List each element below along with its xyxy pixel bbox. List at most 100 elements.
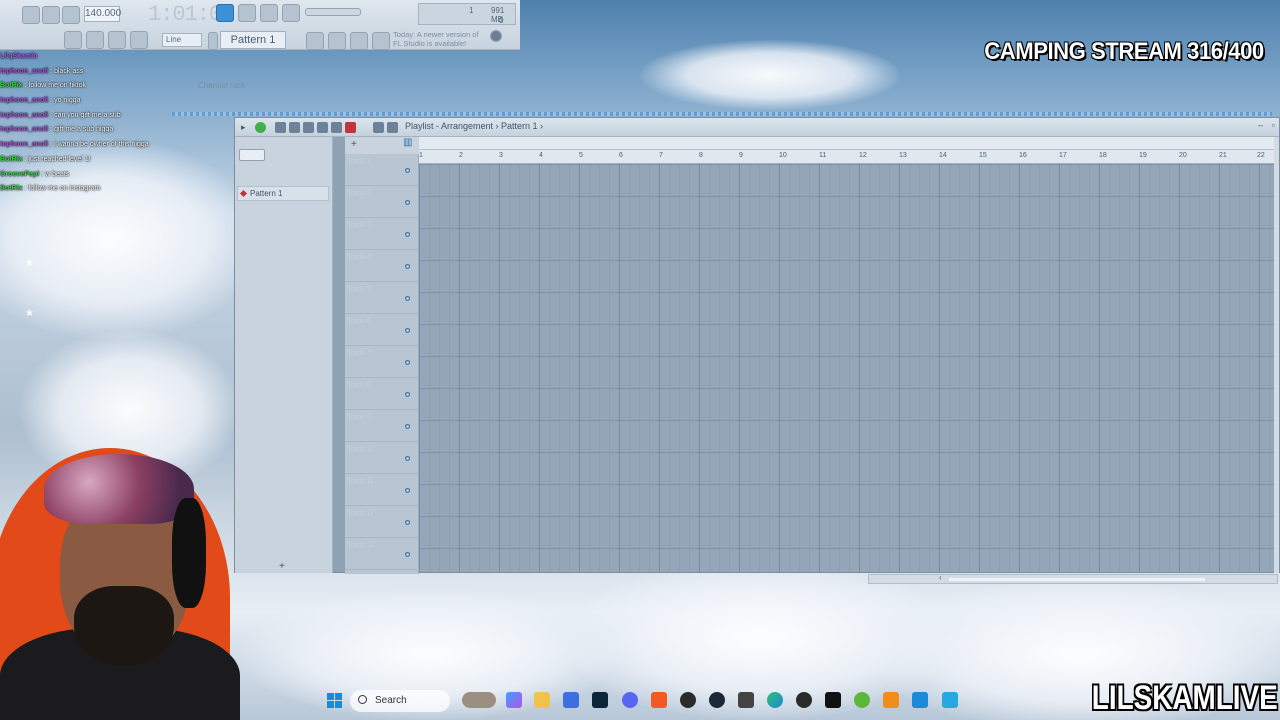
track-header[interactable]: Track 9 <box>345 410 419 442</box>
snap-selector[interactable]: Line <box>162 33 202 47</box>
track-name: Track 4 <box>347 254 371 261</box>
brush-icon[interactable] <box>289 122 300 133</box>
playback-icon[interactable] <box>387 122 398 133</box>
track-mute-icon[interactable] <box>405 296 410 301</box>
track-header[interactable]: Track 11 <box>345 474 419 506</box>
pattern-prev-button[interactable] <box>208 32 218 50</box>
track-header[interactable]: Track 3 <box>345 218 419 250</box>
pattern-item[interactable]: Pattern 1 <box>237 186 329 201</box>
folder-icon[interactable] <box>534 692 550 708</box>
piano-icon[interactable]: ▥ <box>403 137 412 148</box>
bar-number: 16 <box>1019 152 1027 159</box>
track-mute-icon[interactable] <box>405 264 410 269</box>
slip-icon[interactable] <box>331 122 342 133</box>
steam-icon[interactable] <box>709 692 725 708</box>
playlist-grid[interactable] <box>419 164 1274 572</box>
maximize-icon[interactable]: ▫ <box>1272 120 1275 130</box>
track-mute-icon[interactable] <box>405 392 410 397</box>
track-mute-icon[interactable] <box>405 328 410 333</box>
scroll-left-icon[interactable]: ‹ <box>939 573 942 582</box>
brave-icon[interactable] <box>651 692 667 708</box>
cat-icon[interactable] <box>462 692 496 708</box>
automation-button[interactable] <box>350 32 368 50</box>
track-header[interactable]: Track 4 <box>345 250 419 282</box>
news-info-icon[interactable] <box>490 30 502 42</box>
news-panel[interactable]: Today: A newer version of FL Studio is a… <box>393 30 489 48</box>
edge-icon[interactable] <box>767 692 783 708</box>
playlist-titlebar[interactable]: ▸ Playlist - Arrangement › Pattern 1 › –… <box>235 118 1279 137</box>
mixer-icon[interactable] <box>86 31 104 49</box>
playlist-menu-icon[interactable]: ▸ <box>241 122 252 133</box>
zoom-icon[interactable] <box>373 122 384 133</box>
track-header[interactable]: Track 7 <box>345 346 419 378</box>
photoshop-icon[interactable] <box>592 692 608 708</box>
chat-message: LilqSkamlo <box>0 50 300 65</box>
track-header[interactable]: Track 13 <box>345 538 419 570</box>
bar-number: 1 <box>419 152 423 159</box>
stop-button[interactable] <box>42 6 60 24</box>
discord-icon[interactable] <box>622 692 638 708</box>
magnet-icon[interactable] <box>255 122 266 133</box>
taskbar-search[interactable]: Search <box>350 690 450 712</box>
track-mute-icon[interactable] <box>405 360 410 365</box>
notepad-icon[interactable] <box>942 692 958 708</box>
minimize-icon[interactable]: – <box>1258 120 1263 130</box>
pencil-icon[interactable] <box>275 122 286 133</box>
track-mute-icon[interactable] <box>405 456 410 461</box>
step-edit-button[interactable] <box>306 32 324 50</box>
star-icon: ★ <box>25 308 34 319</box>
copilot-icon[interactable] <box>506 692 522 708</box>
track-mute-icon[interactable] <box>405 520 410 525</box>
tempo-display[interactable]: 140.000 <box>84 6 121 22</box>
metronome-button[interactable] <box>260 4 278 22</box>
pattern-selector[interactable]: Pattern 1 <box>220 31 286 49</box>
pattern-mode-button[interactable] <box>216 4 234 22</box>
pen-icon[interactable] <box>912 692 928 708</box>
select-icon[interactable] <box>345 122 356 133</box>
mute-tool-icon[interactable] <box>317 122 328 133</box>
wait-input-button[interactable] <box>282 4 300 22</box>
vertical-scrollbar[interactable] <box>1274 137 1279 573</box>
picker-toggle-icon[interactable] <box>239 149 265 161</box>
delete-icon[interactable] <box>303 122 314 133</box>
track-header[interactable]: Track 5 <box>345 282 419 314</box>
track-header[interactable]: Track 12 <box>345 506 419 538</box>
overview-scrollbar[interactable] <box>419 137 1279 150</box>
track-mute-icon[interactable] <box>405 168 410 173</box>
horizontal-scrollbar[interactable]: ‹ <box>868 573 1278 584</box>
track-mute-icon[interactable] <box>405 200 410 205</box>
fl-studio-icon[interactable] <box>883 692 899 708</box>
app-icon[interactable] <box>738 692 754 708</box>
track-mute-icon[interactable] <box>405 232 410 237</box>
song-mode-button[interactable] <box>238 4 256 22</box>
add-pattern-icon[interactable]: + <box>279 561 285 572</box>
plugin-icon[interactable] <box>130 31 148 49</box>
4k-icon[interactable] <box>796 692 812 708</box>
track-mute-icon[interactable] <box>405 424 410 429</box>
utorrent-icon[interactable] <box>854 692 870 708</box>
track-header[interactable]: Track 6 <box>345 314 419 346</box>
obs-icon[interactable] <box>680 692 696 708</box>
track-header[interactable]: Track 2 <box>345 186 419 218</box>
scroll-thumb[interactable] <box>949 578 1205 581</box>
windows-icon[interactable] <box>327 693 343 709</box>
track-header[interactable]: Track 1 <box>345 154 419 186</box>
master-volume-slider[interactable] <box>305 8 361 16</box>
track-header[interactable]: Track 10 <box>345 442 419 474</box>
track-mute-icon[interactable] <box>405 488 410 493</box>
play-button[interactable] <box>22 6 40 24</box>
browser-icon[interactable] <box>108 31 126 49</box>
add-track-icon[interactable]: + <box>351 139 357 150</box>
track-mute-icon[interactable] <box>405 552 410 557</box>
capcut-icon[interactable] <box>825 692 841 708</box>
record-button[interactable] <box>62 6 80 24</box>
settings-gear-icon[interactable] <box>372 32 390 50</box>
timeline-ruler[interactable]: 1 2 3 4 5 6 7 8 9 10 11 12 13 14 15 16 1… <box>419 150 1279 164</box>
headset-icon <box>172 498 206 608</box>
store-icon[interactable] <box>563 692 579 708</box>
chat-message: tophoon_anoli : black ass <box>0 67 84 75</box>
track-header[interactable]: Track 8 <box>345 378 419 410</box>
slide-button[interactable] <box>328 32 346 50</box>
snap-tool-icon[interactable] <box>64 31 82 49</box>
chat-text: i wanna be owner of this nigga <box>54 141 149 149</box>
